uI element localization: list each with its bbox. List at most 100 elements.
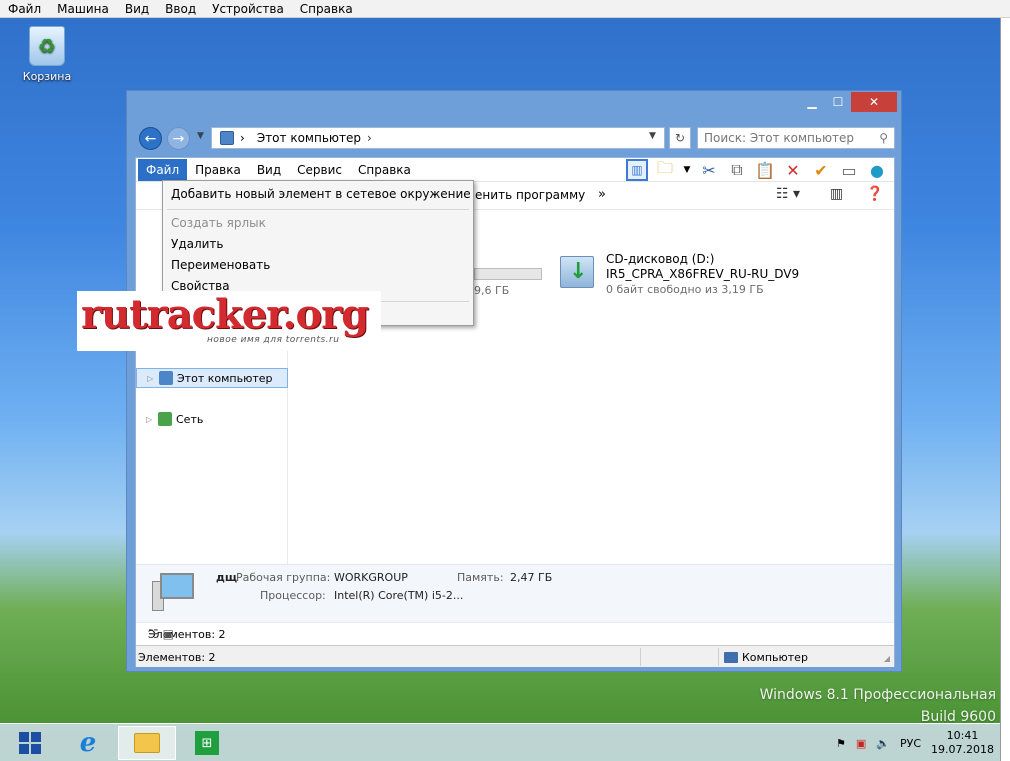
computer-icon: [724, 652, 738, 663]
computer-icon: [220, 131, 234, 145]
breadcrumb-chevron-icon[interactable]: ›: [367, 131, 372, 145]
drive-name: CD-дисковод (D:): [606, 252, 715, 266]
resize-grip-icon[interactable]: ◢: [884, 654, 890, 663]
panes-icon[interactable]: ▥: [626, 159, 648, 181]
details-pane: дщ Рабочая группа: WORKGROUP Память: 2,4…: [136, 564, 894, 622]
logo-tagline: новое имя для torrents.ru: [207, 335, 340, 345]
network-icon: [158, 412, 172, 426]
store-icon: ⊞: [195, 731, 219, 755]
language-indicator[interactable]: РУС: [900, 737, 921, 750]
help-icon[interactable]: ❓: [866, 186, 883, 202]
memory-value: 2,47 ГБ: [510, 571, 553, 584]
drive-label: IR5_CPRA_X86FREV_RU-RU_DV9: [606, 267, 800, 281]
menu-item-add-network[interactable]: Добавить новый элемент в сетевое окружен…: [171, 187, 471, 201]
start-button[interactable]: [10, 726, 50, 760]
classic-menubar: Файл Правка Вид Сервис Справка ▥ 🗀 ▼ ✂ ⧉…: [136, 158, 894, 182]
cpu-value: Intel(R) Core(TM) i5-2...: [334, 589, 464, 602]
history-dropdown-icon[interactable]: ▼: [197, 131, 204, 141]
drive-free-space: 0 байт свободно из 3,19 ГБ: [606, 283, 764, 296]
search-input[interactable]: Поиск: Этот компьютер ⚲: [697, 127, 895, 149]
maximize-button[interactable]: ☐: [825, 92, 851, 112]
computer-icon: [152, 571, 198, 613]
address-bar[interactable]: › Этот компьютер ›: [211, 127, 665, 149]
nav-item-this-pc[interactable]: ▷ Этот компьютер: [136, 368, 288, 388]
cut-icon[interactable]: ✂: [698, 159, 720, 181]
nav-label-network: Сеть: [176, 412, 204, 426]
internet-explorer-icon[interactable]: e: [66, 726, 110, 760]
menu-edit[interactable]: Правка: [187, 159, 249, 181]
globe-icon[interactable]: ●: [866, 159, 888, 181]
change-program-button[interactable]: менить программу: [466, 188, 585, 202]
copy-icon[interactable]: ⧉: [726, 159, 748, 181]
status-item-count: Элементов: 2: [138, 651, 216, 664]
recycle-bin-shortcut[interactable]: Корзина: [20, 26, 74, 83]
breadcrumb-this-pc[interactable]: Этот компьютер: [257, 131, 361, 145]
menu-separator: [167, 209, 469, 210]
host-menubar: Файл Машина Вид Ввод Устройства Справка: [0, 0, 1010, 18]
more-commands-button[interactable]: »: [598, 187, 606, 202]
nav-item-network[interactable]: ▷ Сеть: [136, 409, 203, 429]
menu-view[interactable]: Вид: [249, 159, 289, 181]
properties-icon[interactable]: ▭: [838, 159, 860, 181]
computer-icon: [159, 371, 173, 385]
expand-icon[interactable]: ▷: [146, 415, 156, 424]
back-button[interactable]: ←: [139, 127, 162, 150]
recycle-bin-icon: [29, 26, 65, 66]
menu-item-rename[interactable]: Переименовать: [171, 258, 270, 272]
workgroup-label: Рабочая группа:: [236, 571, 331, 584]
memory-label: Память:: [457, 571, 504, 584]
action-center-flag-icon[interactable]: ⚑: [836, 737, 846, 750]
file-explorer-taskbar-button[interactable]: [118, 726, 176, 760]
refresh-button[interactable]: ↻: [669, 127, 691, 149]
minimize-button[interactable]: ▁: [799, 92, 825, 112]
folder-icon: [134, 733, 160, 753]
network-status-icon[interactable]: ▣: [856, 737, 866, 750]
clock[interactable]: 10:41 19.07.2018: [931, 729, 994, 757]
window-titlebar[interactable]: ▁ ☐ ✕: [127, 91, 901, 117]
host-menu-machine[interactable]: Машина: [49, 0, 117, 17]
item-count-bar: Элементов: 2 ☷ ▣: [136, 622, 894, 644]
delete-icon[interactable]: ✕: [782, 159, 804, 181]
view-options-icon[interactable]: ☷ ▾: [776, 186, 800, 202]
host-menu-file[interactable]: Файл: [0, 0, 49, 17]
taskbar: e ⊞ ⚑ ▣ 🔈 РУС 10:41 19.07.2018: [0, 723, 1000, 761]
host-menu-view[interactable]: Вид: [117, 0, 157, 17]
toolbar-icons: ▥ 🗀 ▼ ✂ ⧉ 📋 ✕ ✔ ▭ ●: [626, 158, 888, 181]
vm-frame-edge: [1000, 18, 1010, 761]
close-button[interactable]: ✕: [851, 92, 897, 112]
menu-help[interactable]: Справка: [350, 159, 419, 181]
forward-button[interactable]: →: [167, 127, 190, 150]
store-taskbar-button[interactable]: ⊞: [190, 726, 224, 760]
local-disk-size: 9,6 ГБ: [474, 284, 510, 297]
menu-item-delete[interactable]: Удалить: [171, 237, 224, 251]
rutracker-logo: rutracker.org новое имя для torrents.ru: [77, 291, 381, 351]
menu-tools[interactable]: Сервис: [289, 159, 350, 181]
watermark-edition: Windows 8.1 Профессиональная: [759, 687, 996, 703]
cpu-label: Процессор:: [260, 589, 326, 602]
explorer-window: ▁ ☐ ✕ ← → ▼ › Этот компьютер › ▼ ↻ Поиск…: [126, 90, 902, 672]
clock-time: 10:41: [946, 729, 979, 742]
host-menu-input[interactable]: Ввод: [157, 0, 204, 17]
options-dropdown-icon[interactable]: ▼: [682, 159, 692, 181]
preview-pane-icon[interactable]: ▥: [830, 186, 843, 202]
host-menu-devices[interactable]: Устройства: [204, 0, 292, 17]
system-tray: ⚑ ▣ 🔈 РУС 10:41 19.07.2018: [836, 726, 994, 760]
status-zone: Компьютер: [724, 651, 808, 664]
folder-options-icon[interactable]: 🗀: [654, 158, 676, 181]
windows-logo-icon: [19, 732, 41, 754]
status-bar: Элементов: 2 Компьютер ◢: [136, 645, 894, 667]
workgroup-value: WORKGROUP: [334, 571, 408, 584]
check-icon[interactable]: ✔: [810, 159, 832, 181]
nav-label-this-pc: Этот компьютер: [177, 371, 273, 385]
host-menu-help[interactable]: Справка: [292, 0, 361, 17]
local-disk-usage-bar: [474, 268, 542, 280]
view-switch-icons[interactable]: ☷ ▣: [148, 627, 882, 641]
volume-icon[interactable]: 🔈: [876, 737, 890, 750]
recycle-bin-label: Корзина: [22, 70, 72, 83]
status-zone-label: Компьютер: [742, 651, 808, 664]
address-dropdown-icon[interactable]: ▼: [649, 131, 656, 141]
paste-icon[interactable]: 📋: [754, 159, 776, 181]
menu-file[interactable]: Файл: [138, 158, 188, 181]
clock-date: 19.07.2018: [931, 743, 994, 756]
expand-icon[interactable]: ▷: [147, 374, 157, 383]
